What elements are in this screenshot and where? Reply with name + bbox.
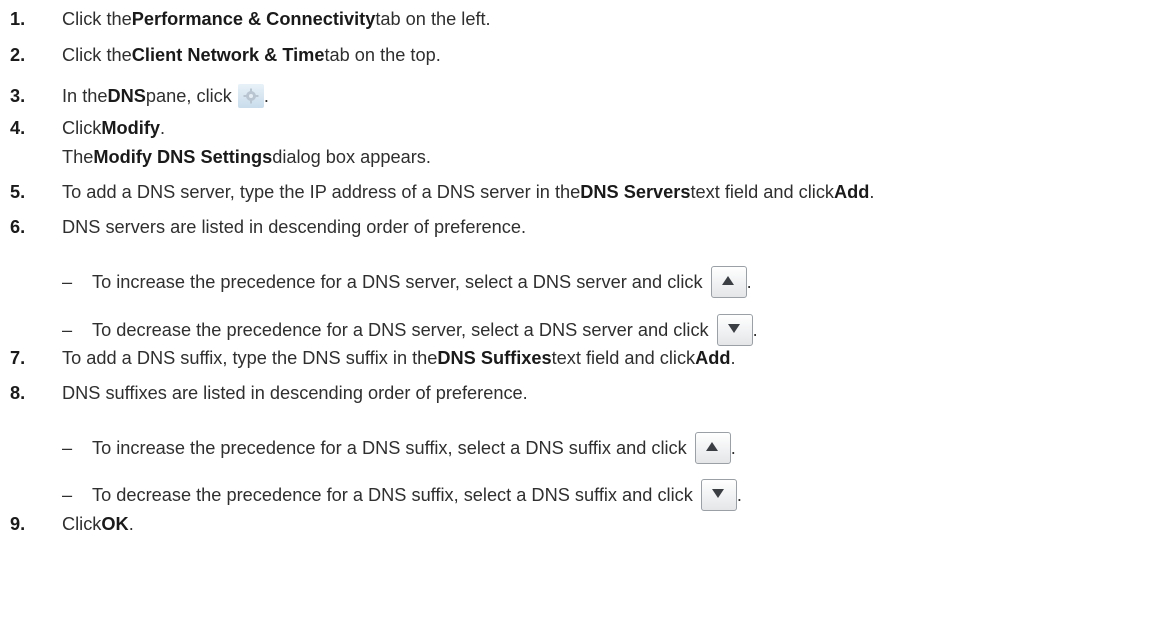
ui-term: OK bbox=[101, 513, 129, 534]
sub-step-text: To increase the precedence for a DNS suf… bbox=[92, 437, 687, 458]
step-4-note: The Modify DNS Settings dialog box appea… bbox=[62, 145, 431, 169]
step-text-mid: text field and click bbox=[551, 347, 696, 368]
step-text-post: . bbox=[869, 181, 875, 202]
step-text-post: tab on the top. bbox=[324, 44, 441, 65]
list-dash: – bbox=[62, 484, 73, 505]
ui-term: Add bbox=[834, 181, 870, 202]
step-text-pre: In the bbox=[62, 85, 108, 106]
arrow-up-icon bbox=[694, 432, 731, 464]
step-text-pre: To add a DNS server, type the IP address… bbox=[62, 181, 581, 202]
step-text-pre: Click the bbox=[62, 44, 132, 65]
step-6-sub-2: – To decrease the precedence for a DNS s… bbox=[62, 314, 758, 346]
step-number: 2. bbox=[10, 44, 26, 65]
step-text-mid: text field and click bbox=[690, 181, 835, 202]
step-number: 9. bbox=[10, 513, 26, 534]
step-number: 3. bbox=[10, 85, 26, 106]
sub-step-text: To decrease the precedence for a DNS ser… bbox=[92, 319, 709, 340]
step-number: 5. bbox=[10, 181, 26, 202]
sub-step-tail: . bbox=[746, 271, 752, 292]
step-text: Click OK. bbox=[62, 514, 134, 535]
step-text-pre: Click bbox=[62, 117, 102, 138]
step-text: In the DNS pane, click . bbox=[62, 84, 269, 108]
step-text: To add a DNS suffix, type the DNS suffix… bbox=[62, 348, 736, 369]
step-text: DNS suffixes are listed in descending or… bbox=[62, 382, 528, 403]
step-text-tail: . bbox=[263, 85, 269, 106]
step-text-post: . bbox=[128, 513, 134, 534]
step-text-post: . bbox=[160, 117, 166, 138]
step-6-sub-1: – To increase the precedence for a DNS s… bbox=[62, 266, 752, 298]
ui-term: Add bbox=[695, 347, 731, 368]
sub-step-text: To decrease the precedence for a DNS suf… bbox=[92, 484, 693, 505]
ui-term: Performance & Connectivity bbox=[131, 8, 376, 29]
sub-step-tail: . bbox=[752, 319, 758, 340]
sub-step-tail: . bbox=[730, 437, 736, 458]
note-text-pre: The bbox=[62, 146, 94, 167]
step-number: 1. bbox=[10, 8, 26, 29]
arrow-down-icon bbox=[716, 314, 753, 346]
step-text-post: . bbox=[730, 347, 736, 368]
ui-term: Client Network & Time bbox=[131, 44, 325, 65]
ui-term: Modify bbox=[101, 117, 161, 138]
ui-term: DNS Servers bbox=[580, 181, 691, 202]
step-8-sub-2: – To decrease the precedence for a DNS s… bbox=[62, 479, 742, 511]
step-number: 4. bbox=[10, 117, 26, 138]
gear-icon bbox=[237, 84, 264, 108]
step-text-pre: Click bbox=[62, 513, 102, 534]
step-number: 6. bbox=[10, 216, 26, 237]
step-text: To add a DNS server, type the IP address… bbox=[62, 182, 874, 203]
arrow-down-icon bbox=[700, 479, 737, 511]
sub-step-text: To increase the precedence for a DNS ser… bbox=[92, 271, 703, 292]
note-text-post: dialog box appears. bbox=[272, 146, 431, 167]
step-8-sub-1: – To increase the precedence for a DNS s… bbox=[62, 432, 736, 464]
ui-term: Modify DNS Settings bbox=[93, 146, 273, 167]
list-dash: – bbox=[62, 271, 73, 292]
step-number: 7. bbox=[10, 347, 26, 368]
step-text: Click Modify. bbox=[62, 118, 165, 139]
step-number: 8. bbox=[10, 382, 26, 403]
arrow-up-icon bbox=[710, 266, 747, 298]
list-dash: – bbox=[62, 437, 73, 458]
list-dash: – bbox=[62, 319, 73, 340]
ui-term: DNS Suffixes bbox=[437, 347, 552, 368]
step-text-post: tab on the left. bbox=[375, 8, 491, 29]
ui-term: DNS bbox=[107, 85, 146, 106]
step-text: Click the Performance & Connectivity tab… bbox=[62, 9, 491, 30]
step-text-pre: Click the bbox=[62, 8, 132, 29]
sub-step-tail: . bbox=[736, 484, 742, 505]
step-text: DNS servers are listed in descending ord… bbox=[62, 216, 527, 237]
step-text: Click the Client Network & Time tab on t… bbox=[62, 45, 441, 66]
step-text-post: pane, click bbox=[145, 85, 232, 106]
step-text-pre: To add a DNS suffix, type the DNS suffix… bbox=[62, 347, 438, 368]
